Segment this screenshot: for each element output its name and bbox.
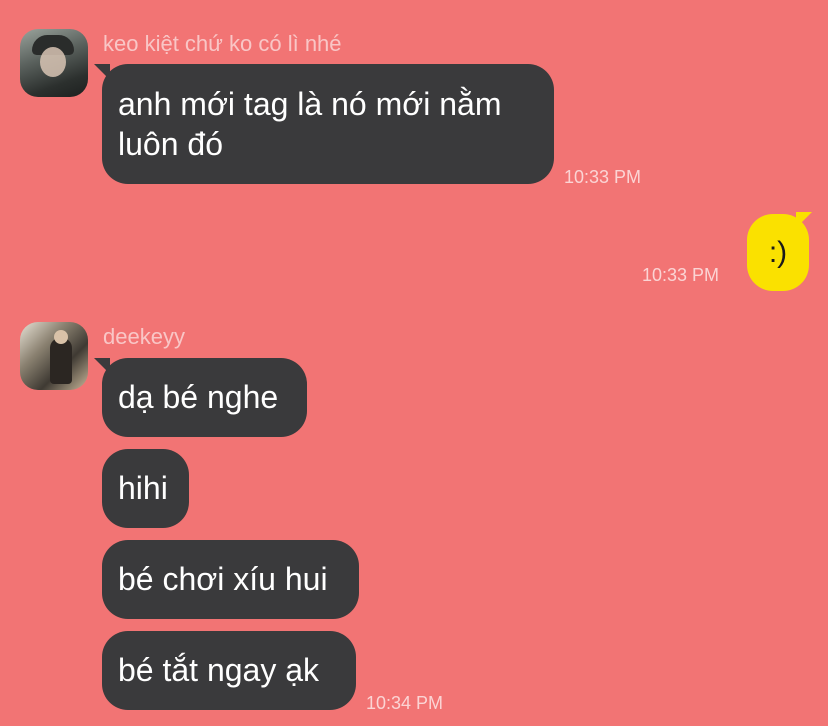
avatar-deekeyy[interactable] — [20, 322, 88, 390]
message-bubble[interactable]: hihi — [102, 449, 189, 528]
avatar-face-shape — [40, 47, 66, 77]
outgoing-message-bubble[interactable]: :) — [747, 214, 809, 291]
message-bubble[interactable]: dạ bé nghe — [102, 358, 307, 437]
avatar-head-shape — [54, 330, 68, 344]
avatar-figure-shape — [50, 338, 72, 384]
message-bubble[interactable]: bé tắt ngay ạk — [102, 631, 356, 710]
message-time: 10:33 PM — [642, 265, 720, 285]
sender-name: deekeyy — [103, 324, 185, 349]
sender-name: keo kiệt chứ ko có lì nhé — [103, 31, 342, 56]
message-bubble[interactable]: anh mới tag là nó mới nằm luôn đó — [102, 64, 554, 184]
message-time: 10:33 PM — [564, 167, 642, 187]
message-time: 10:34 PM — [366, 693, 444, 713]
avatar-keo[interactable] — [20, 29, 88, 97]
message-bubble[interactable]: bé chơi xíu hui — [102, 540, 359, 619]
